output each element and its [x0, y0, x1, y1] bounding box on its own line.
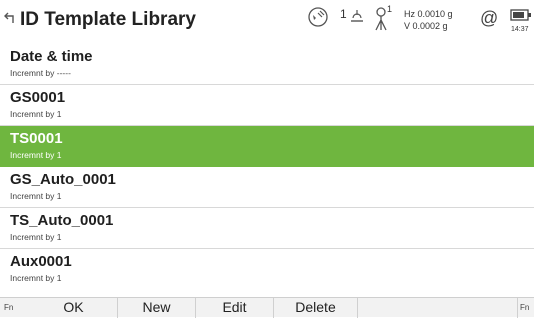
empty-soft-key[interactable]	[358, 298, 518, 318]
item-name: GS_Auto_0001	[10, 171, 116, 188]
fn-left-key[interactable]: Fn	[4, 298, 22, 318]
target-icon	[351, 10, 363, 22]
item-name: TS0001	[10, 130, 63, 147]
item-name: Aux0001	[10, 253, 72, 270]
item-name: GS0001	[10, 89, 66, 106]
back-arrow-icon[interactable]	[3, 10, 19, 26]
fn-right-key[interactable]: Fn	[520, 298, 534, 318]
list-item-aux0001[interactable]: Aux0001 Incremnt by 1	[0, 249, 534, 297]
target-status[interactable]: 1	[337, 7, 367, 29]
list-item-ts-auto-0001[interactable]: TS_Auto_0001 Incremnt by 1	[0, 208, 534, 249]
item-increment: Incremnt by 1	[10, 109, 62, 119]
v-value: V 0.0002 g	[404, 21, 448, 31]
item-name: Date & time	[10, 48, 93, 65]
clock: 14:37	[511, 26, 529, 33]
item-increment: Incremnt by 1	[10, 150, 62, 160]
list-item-gs0001[interactable]: GS0001 Incremnt by 1	[0, 85, 534, 126]
item-increment: Incremnt by -----	[10, 68, 71, 78]
prism-status[interactable]: 1	[373, 4, 397, 32]
prism-number: 1	[387, 4, 393, 14]
edit-button[interactable]: Edit	[196, 298, 274, 318]
list-item-ts0001[interactable]: TS0001 Incremnt by 1	[0, 126, 534, 167]
item-increment: Incremnt by 1	[10, 273, 62, 283]
item-increment: Incremnt by 1	[10, 191, 62, 201]
satellite-icon[interactable]	[307, 6, 329, 28]
new-button[interactable]: New	[118, 298, 196, 318]
page-title: ID Template Library	[20, 9, 196, 30]
delete-button[interactable]: Delete	[274, 298, 358, 318]
list-item-gs-auto-0001[interactable]: GS_Auto_0001 Incremnt by 1	[0, 167, 534, 208]
ok-button[interactable]: OK	[30, 298, 118, 318]
item-increment: Incremnt by 1	[10, 232, 62, 242]
list-item-date-time[interactable]: Date & time Incremnt by -----	[0, 44, 534, 85]
item-name: TS_Auto_0001	[10, 212, 114, 229]
battery-icon	[510, 9, 531, 21]
title-bar: ID Template Library 1 1 Hz 0.0010 g V 0.…	[0, 0, 534, 44]
battery-status: 14:37	[509, 7, 534, 37]
target-number: 1	[340, 7, 347, 21]
soft-key-bar: Fn OK New Edit Delete Fn	[0, 297, 534, 318]
hz-value: Hz 0.0010 g	[404, 9, 453, 19]
